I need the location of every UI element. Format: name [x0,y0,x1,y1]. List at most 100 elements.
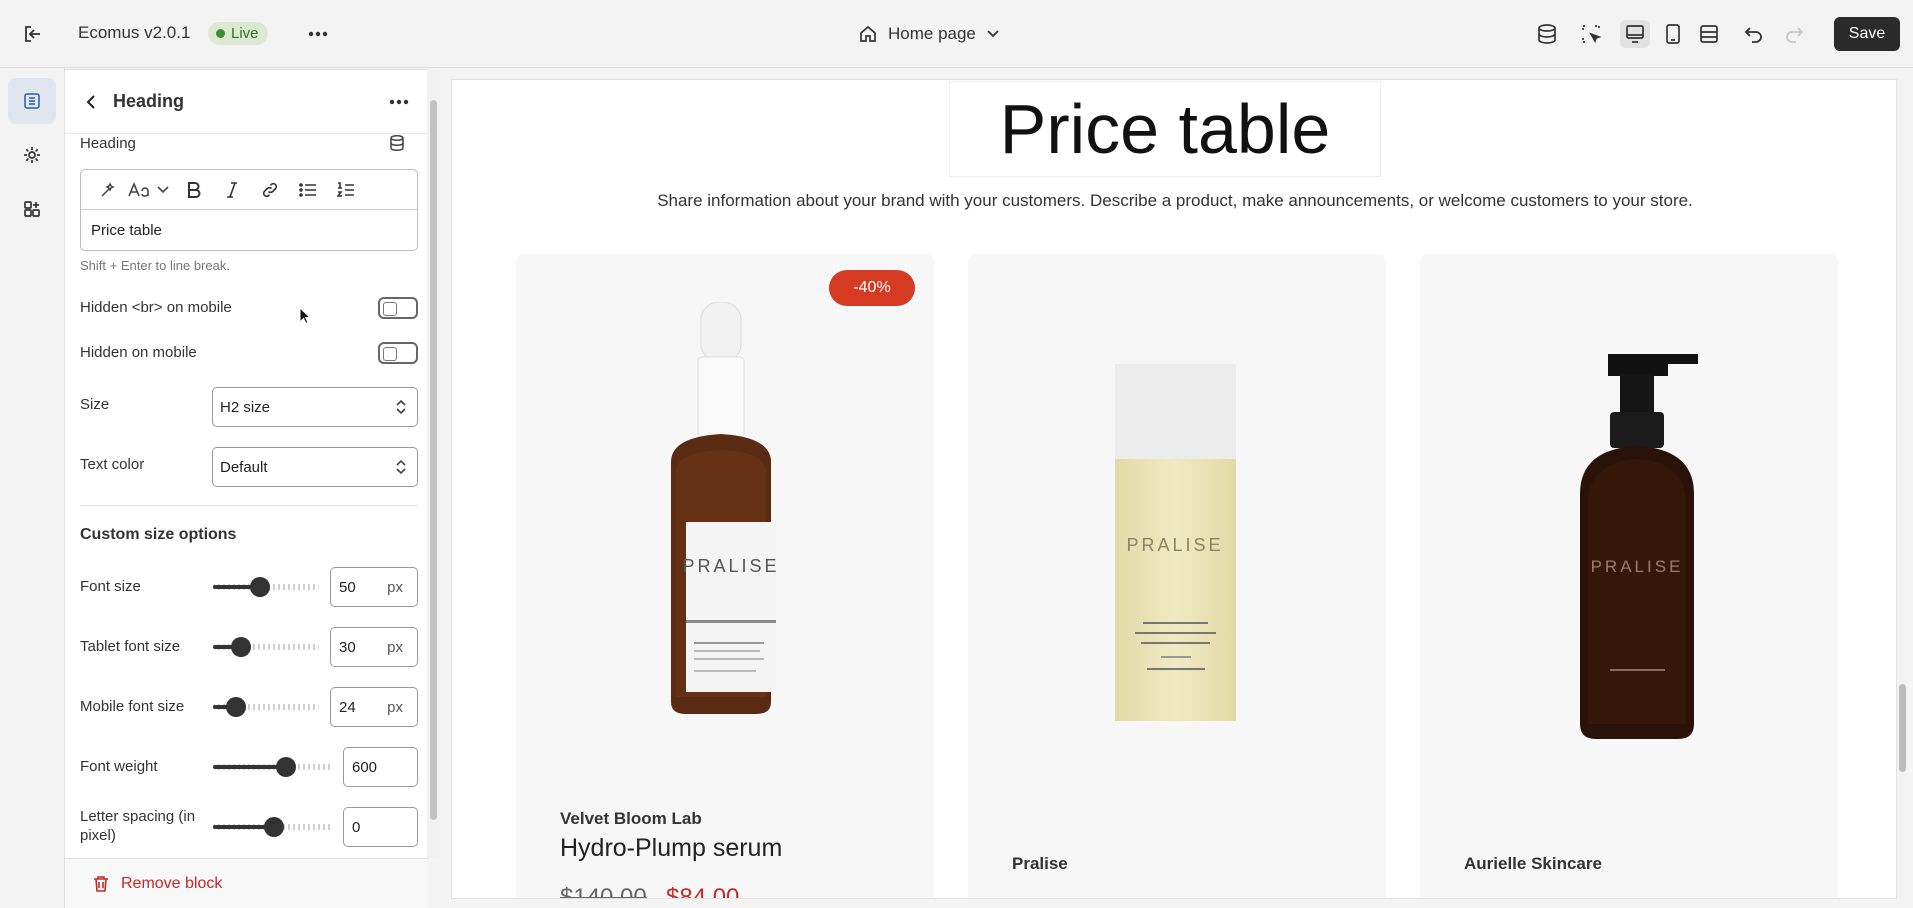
chevron-down-icon [987,30,999,38]
panel-header: Heading [65,70,427,134]
remove-block-button[interactable]: Remove block [65,858,427,908]
product-brand: Aurielle Skincare [1464,854,1602,873]
page-selector-label: Home page [888,24,976,43]
tablet-font-size-value: 30 [339,638,356,656]
divider [80,505,418,506]
apps-icon[interactable] [8,186,56,232]
discount-badge: -40% [829,270,915,306]
font-weight-value: 600 [352,758,378,776]
hidden-br-label: Hidden <br> on mobile [80,299,232,316]
page-selector[interactable]: Home page [858,20,1000,48]
tablet-view-icon[interactable] [1658,20,1688,48]
text-color-select[interactable]: Default [212,447,418,487]
hidden-br-toggle[interactable] [378,297,418,319]
italic-icon[interactable] [213,175,251,205]
font-size-icon[interactable] [127,175,151,205]
slider-handle[interactable] [276,757,296,777]
settings-panel: Heading Heading Price table Shift + Ente… [65,70,427,858]
font-weight-slider[interactable] [213,757,333,777]
canvas-scrollbar-thumb[interactable] [1899,684,1906,772]
product-card[interactable]: PRALISE Aurielle Skincare [1420,254,1838,898]
sections-icon[interactable] [8,78,56,124]
sunscreen-tube-image: PRALISE [1115,364,1236,721]
canvas-scrollbar[interactable] [1897,79,1909,899]
panel-more-icon[interactable] [385,90,413,114]
font-size-chevron-down-icon[interactable] [151,175,175,205]
line-break-hint: Shift + Enter to line break. [80,258,230,273]
tablet-font-size-input[interactable]: 30 px [330,627,418,667]
font-weight-label: Font weight [80,758,158,775]
text-color-label: Text color [80,456,145,473]
pump-brand-text: PRALISE [1591,557,1684,576]
slider-handle[interactable] [226,697,246,717]
desktop-view-icon[interactable] [1620,20,1650,48]
product-sale-price: $84.00 [666,884,740,899]
custom-size-section-title: Custom size options [80,526,237,543]
hidden-mobile-label: Hidden on mobile [80,344,197,361]
link-icon[interactable] [251,175,289,205]
app-title: Ecomus v2.0.1 [78,23,191,42]
mobile-font-size-input[interactable]: 24 px [330,687,418,727]
product-card[interactable]: PRALISE Pralise [968,254,1386,898]
serum-bottle-image: PRALISE [671,302,777,714]
save-button[interactable]: Save [1834,17,1900,51]
preview-canvas: Price table Share information about your… [451,79,1897,899]
ai-magic-icon[interactable] [89,175,127,205]
database-icon[interactable] [1532,20,1562,48]
mobile-font-size-value: 24 [339,698,356,716]
panel-scrollbar[interactable] [430,100,437,820]
bold-icon[interactable] [175,175,213,205]
dynamic-source-icon[interactable] [388,134,406,157]
redo-icon[interactable] [1779,20,1809,48]
top-bar: Ecomus v2.0.1 Live Home page Save [0,0,1913,68]
letter-spacing-value: 0 [352,818,361,836]
settings-gear-icon[interactable] [8,132,56,178]
heading-field-label: Heading [80,135,136,152]
preview-description: Share information about your brand with … [657,191,1693,210]
font-size-value: 50 [339,578,356,596]
inspect-icon[interactable] [1576,20,1606,48]
product-brand: Pralise [1012,854,1068,873]
tube-brand-text: PRALISE [1126,535,1223,555]
mobile-font-size-label: Mobile font size [80,698,185,715]
status-badge-label: Live [231,25,259,42]
preview-heading[interactable]: Price table [950,82,1380,176]
select-chevron-icon [396,459,406,475]
slider-handle[interactable] [250,577,270,597]
unit-label: px [387,698,403,716]
status-badge: Live [208,22,268,45]
mouse-cursor-icon [299,307,311,325]
pump-bottle-image: PRALISE [1580,354,1698,739]
slider-handle[interactable] [264,817,284,837]
home-icon [860,25,876,42]
size-select[interactable]: H2 size [212,387,418,427]
trash-icon [94,875,108,892]
exit-icon[interactable] [20,22,46,46]
product-card[interactable]: -40% PRALISE Velvet Bloom Lab Hydro-Plum… [516,254,934,899]
remove-block-label: Remove block [121,874,223,892]
letter-spacing-slider[interactable] [213,817,333,837]
more-options-icon[interactable] [305,22,331,46]
font-size-input[interactable]: 50 px [330,567,418,607]
fullwidth-view-icon[interactable] [1694,20,1724,48]
hidden-mobile-toggle[interactable] [378,342,418,364]
unit-label: px [387,638,403,656]
heading-text-input[interactable]: Price table [81,210,417,251]
size-label: Size [80,396,110,413]
tablet-font-size-slider[interactable] [213,637,319,657]
live-dot-icon [216,29,225,38]
size-select-value: H2 size [220,398,271,416]
letter-spacing-label: Letter spacing (in pixel) [80,808,196,844]
back-arrow-icon[interactable] [79,90,103,114]
undo-icon[interactable] [1739,20,1769,48]
bullet-list-icon[interactable] [289,175,327,205]
mobile-font-size-slider[interactable] [213,697,319,717]
letter-spacing-input[interactable]: 0 [343,807,418,847]
product-name[interactable]: Hydro-Plump serum [560,834,782,863]
slider-handle[interactable] [231,637,251,657]
text-color-select-value: Default [220,458,268,476]
numbered-list-icon[interactable] [327,175,365,205]
font-weight-input[interactable]: 600 [343,747,418,787]
font-size-slider[interactable] [213,577,319,597]
heading-rich-text-editor: Price table [80,169,418,251]
